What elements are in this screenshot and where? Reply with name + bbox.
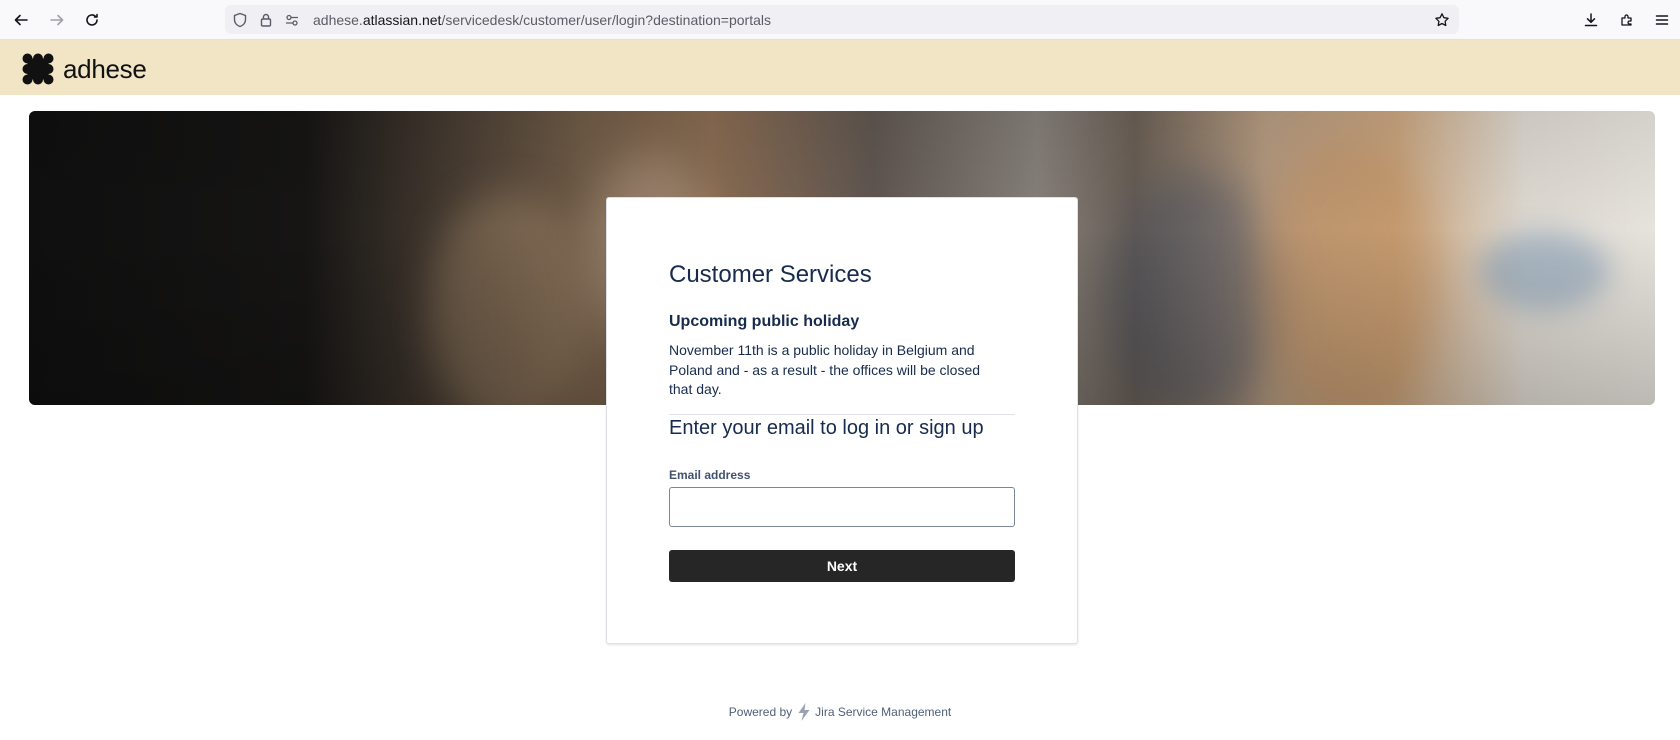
jira-service-management-icon xyxy=(797,703,811,721)
bookmark-star-icon[interactable] xyxy=(1433,11,1451,29)
adhese-logo[interactable]: adhese xyxy=(22,53,147,85)
back-icon[interactable] xyxy=(9,8,33,32)
download-icon[interactable] xyxy=(1579,8,1603,32)
footer: Powered by Jira Service Management xyxy=(0,703,1680,721)
email-field[interactable] xyxy=(669,487,1015,527)
next-button[interactable]: Next xyxy=(669,550,1015,582)
browser-toolbar: adhese.atlassian.net/servicedesk/custome… xyxy=(0,0,1680,40)
adhese-logo-mark-icon xyxy=(22,53,54,85)
login-card: Customer Services Upcoming public holida… xyxy=(606,197,1078,644)
announcement-title: Upcoming public holiday xyxy=(669,313,860,330)
menu-icon[interactable] xyxy=(1650,8,1674,32)
url-text: adhese.atlassian.net/servicedesk/custome… xyxy=(313,12,771,28)
site-header: adhese xyxy=(0,40,1680,95)
jira-service-management-link[interactable]: Jira Service Management xyxy=(815,705,951,719)
powered-by-text: Powered by xyxy=(728,705,793,719)
page-title: Customer Services xyxy=(669,261,872,288)
lock-icon[interactable] xyxy=(257,11,275,29)
permissions-icon[interactable] xyxy=(283,11,301,29)
email-label: Email address xyxy=(669,468,751,482)
shield-icon[interactable] xyxy=(231,11,249,29)
divider xyxy=(669,414,1015,415)
reload-icon[interactable] xyxy=(80,8,104,32)
address-bar[interactable]: adhese.atlassian.net/servicedesk/custome… xyxy=(225,5,1459,34)
logo-text: adhese xyxy=(63,53,147,84)
extensions-icon[interactable] xyxy=(1615,8,1639,32)
announcement-body: November 11th is a public holiday in Bel… xyxy=(669,342,981,397)
login-heading: Enter your email to log in or sign up xyxy=(669,417,984,439)
forward-icon[interactable] xyxy=(45,8,69,32)
